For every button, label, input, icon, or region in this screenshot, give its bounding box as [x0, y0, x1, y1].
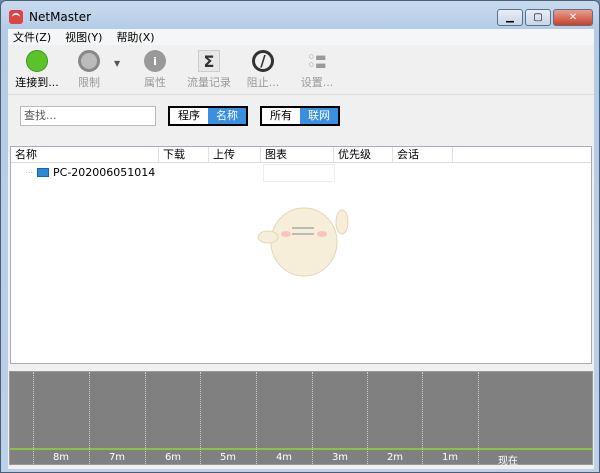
graph-time-label: 1m [441, 452, 459, 463]
menu-file[interactable]: 文件(Z) [13, 29, 51, 45]
graph-gridline [200, 372, 201, 464]
graph-time-label: 8m [52, 452, 70, 463]
settings-label: 设置... [300, 76, 334, 89]
graph-gridline [367, 372, 368, 464]
properties-button[interactable]: i 属性 [128, 50, 182, 90]
menu-help[interactable]: 帮助(X) [116, 29, 154, 45]
graph-gridline [312, 372, 313, 464]
green-connect-icon [26, 50, 48, 72]
limit-label: 限制 [78, 76, 100, 89]
settings-button[interactable]: ◦▬ ◦▬ 设置... [290, 50, 344, 90]
graph-time-label: 6m [164, 452, 182, 463]
toolbar: 连接到... 限制 ▼ i 属性 Σ 流量记录 / 阻止... ◦▬ ◦▬ 设置... [8, 45, 594, 95]
minimize-button[interactable]: ▁ [497, 9, 523, 26]
info-icon: i [144, 50, 166, 72]
close-button[interactable]: ✕ [553, 9, 593, 26]
graph-time-label: 4m [275, 452, 293, 463]
toggle-all[interactable]: 所有 [262, 108, 300, 124]
toggle-program[interactable]: 程序 [170, 108, 208, 124]
row-chart-cell [263, 164, 335, 182]
col-name[interactable]: 名称 [11, 147, 159, 162]
col-upload[interactable]: 上传 [209, 147, 261, 162]
graph-gridline [478, 372, 479, 464]
graph-time-label: 7m [108, 452, 126, 463]
view-toggle: 程序 名称 [168, 106, 248, 126]
graph-gridline [145, 372, 146, 464]
traffic-log-button[interactable]: Σ 流量记录 [182, 50, 236, 90]
search-input[interactable]: 查找... [20, 106, 156, 126]
graph-gridline [256, 372, 257, 464]
col-download[interactable]: 下载 [159, 147, 209, 162]
graph-time-label: 5m [219, 452, 237, 463]
block-icon: / [252, 50, 274, 72]
connect-label: 连接到... [15, 76, 59, 89]
traffic-graph: 8m 7m 6m 5m 4m 3m 2m 1m 现在 [9, 371, 593, 467]
app-window: NetMaster ▁ ▢ ✕ 文件(Z) 视图(Y) 帮助(X) 连接到...… [0, 0, 600, 473]
connect-button[interactable]: 连接到... [10, 50, 64, 90]
title-bar: NetMaster [9, 7, 91, 27]
limit-dropdown-arrow-icon[interactable]: ▼ [114, 59, 128, 68]
block-label: 阻止... [246, 76, 280, 89]
graph-gridline [89, 372, 90, 464]
menu-view[interactable]: 视图(Y) [65, 29, 102, 45]
row-name: PC-202006051014 [53, 165, 156, 179]
computer-icon [37, 167, 49, 177]
sigma-icon: Σ [198, 50, 220, 72]
gauge-icon [78, 50, 100, 72]
tree-line: ⋯ [25, 167, 33, 177]
traffic-line [10, 448, 592, 450]
limit-button[interactable]: 限制 [64, 50, 114, 90]
graph-time-label: 3m [331, 452, 349, 463]
block-button[interactable]: / 阻止... [236, 50, 290, 90]
graph-time-label: 2m [386, 452, 404, 463]
toggle-online[interactable]: 联网 [300, 108, 338, 124]
col-priority[interactable]: 优先级 [334, 147, 393, 162]
settings-list-icon: ◦▬ ◦▬ [307, 50, 327, 72]
traffic-log-label: 流量记录 [187, 76, 231, 89]
toggle-name[interactable]: 名称 [208, 108, 246, 124]
col-sessions[interactable]: 会话 [393, 147, 453, 162]
graph-gridline [33, 372, 34, 464]
graph-gridline [422, 372, 423, 464]
filter-toggle: 所有 联网 [260, 106, 340, 126]
process-list: 名称 下载 上传 图表 优先级 会话 ⋯ PC-202006051014 [10, 146, 592, 364]
properties-label: 属性 [144, 76, 166, 89]
window-title: NetMaster [29, 10, 92, 24]
maximize-button[interactable]: ▢ [525, 9, 551, 26]
app-icon [9, 10, 23, 24]
graph-time-label: 现在 [498, 456, 518, 467]
col-chart[interactable]: 图表 [261, 147, 334, 162]
menu-bar: 文件(Z) 视图(Y) 帮助(X) [8, 29, 594, 45]
mascot-watermark [257, 207, 349, 277]
